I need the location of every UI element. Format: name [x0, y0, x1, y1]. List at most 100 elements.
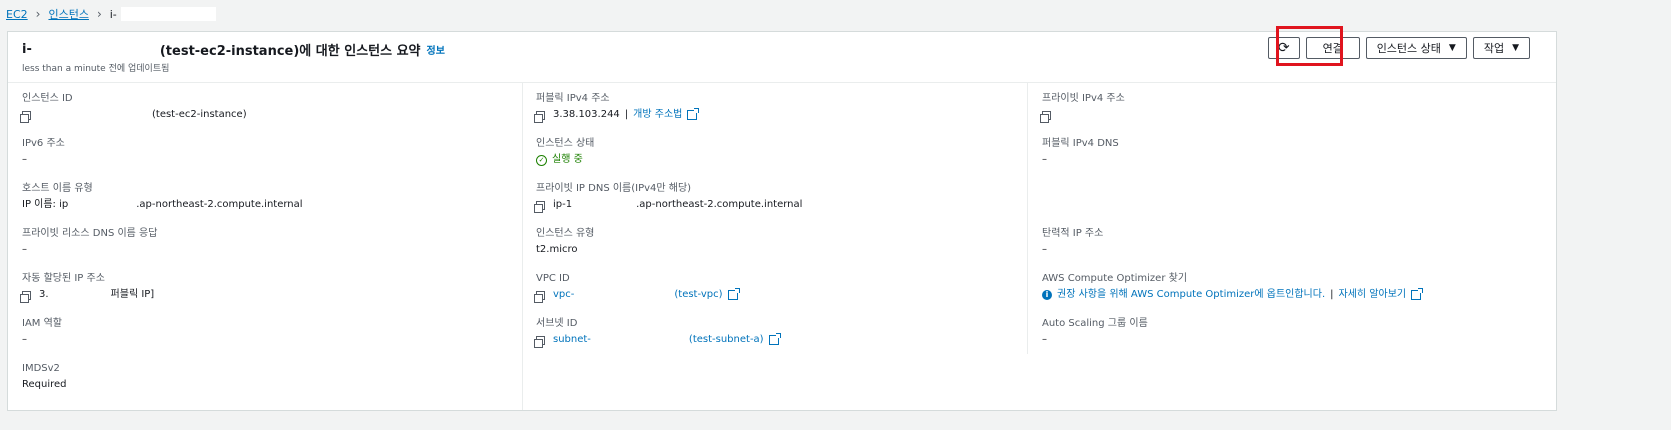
- field-value: 3.38.103.244 | 개방 주소법: [534, 107, 700, 123]
- refresh-button[interactable]: ⟳: [1267, 37, 1300, 59]
- field-instance-state: 인스턴스 상태 ✓ 실행 중: [536, 137, 594, 168]
- field-value: –: [1042, 244, 1047, 255]
- copy-icon[interactable]: [1040, 110, 1051, 123]
- field-label: 서브넷 ID: [536, 318, 578, 329]
- breadcrumb-current: i-: [109, 7, 117, 21]
- instance-state-button[interactable]: 인스턴스 상태 ▼: [1365, 37, 1467, 59]
- field-value: –: [1042, 334, 1047, 345]
- field-value: [1040, 107, 1125, 123]
- caret-down-icon: ▼: [1448, 43, 1456, 53]
- instance-summary-panel: i- (test-ec2-instance)에 대한 인스턴스 요약 정보 le…: [7, 31, 1557, 411]
- vpc-name-link[interactable]: (test-vpc): [674, 287, 722, 303]
- field-label: 프라이빗 IP DNS 이름(IPv4만 해당): [536, 183, 692, 194]
- connect-button[interactable]: 연결: [1305, 37, 1360, 59]
- field-iam-role: IAM 역할 –: [22, 317, 62, 348]
- field-label: Auto Scaling 그룹 이름: [1042, 318, 1148, 329]
- learn-more-link[interactable]: 자세히 알아보기: [1339, 287, 1407, 303]
- chevron-right-icon: ›: [96, 7, 102, 21]
- field-label: IAM 역할: [22, 318, 62, 329]
- refresh-icon: ⟳: [1277, 40, 1290, 56]
- field-label: 인스턴스 유형: [536, 228, 595, 239]
- field-value: –: [22, 334, 27, 345]
- subnet-name-link[interactable]: (test-subnet-a): [689, 332, 764, 348]
- last-updated-text: less than a minute 전에 업데이트됨: [22, 64, 170, 74]
- field-value: vpc- (test-vpc): [534, 287, 740, 303]
- field-value: –: [1042, 154, 1047, 165]
- status-running: 실행 중: [552, 154, 583, 165]
- separator: |: [624, 109, 629, 120]
- field-value: IP 이름: ip .ap-northeast-2.compute.intern…: [22, 197, 303, 213]
- subnet-link[interactable]: subnet-: [553, 332, 591, 348]
- external-link-icon: [768, 333, 781, 345]
- field-value: t2.micro: [536, 244, 578, 255]
- field-resource-dns: 프라이빗 리소스 DNS 이름 응답 –: [22, 227, 157, 258]
- copy-icon[interactable]: [20, 110, 31, 123]
- field-instance-id: 인스턴스 ID (test-ec2-instance): [20, 92, 247, 123]
- field-label: 퍼블릭 IPv4 DNS: [1042, 138, 1119, 149]
- details-column-2: 퍼블릭 IPv4 주소 3.38.103.244 | 개방 주소법 인스턴스 상…: [522, 83, 1028, 410]
- field-value: –: [22, 154, 27, 165]
- field-asg: Auto Scaling 그룹 이름 –: [1042, 317, 1148, 348]
- info-icon: i: [1042, 290, 1052, 300]
- field-value: subnet- (test-subnet-a): [534, 332, 781, 348]
- copy-icon[interactable]: [534, 335, 545, 348]
- details-grid: 인스턴스 ID (test-ec2-instance) IPv6 주소 – 호스…: [8, 83, 1556, 410]
- separator: |: [1330, 289, 1334, 300]
- auto-ip-prefix: 3.: [39, 289, 49, 300]
- field-value: (test-ec2-instance): [20, 107, 247, 123]
- check-circle-icon: ✓: [536, 154, 547, 166]
- field-value: ✓ 실행 중: [536, 152, 594, 168]
- chevron-right-icon: ›: [35, 7, 41, 21]
- private-dns-suffix: .ap-northeast-2.compute.internal: [636, 199, 803, 210]
- panel-header: i- (test-ec2-instance)에 대한 인스턴스 요약 정보 le…: [8, 32, 1556, 83]
- field-label: IMDSv2: [22, 363, 60, 374]
- breadcrumb-instances-link[interactable]: 인스턴스: [48, 6, 88, 22]
- breadcrumb: EC2 › 인스턴스 › i-: [6, 4, 216, 24]
- field-label: 퍼블릭 IPv4 주소: [536, 93, 610, 104]
- header-actions: ⟳ 연결 인스턴스 상태 ▼ 작업 ▼: [1267, 37, 1530, 59]
- field-imdsv2: IMDSv2 Required: [22, 362, 67, 393]
- instance-id-value: (test-ec2-instance): [152, 109, 247, 120]
- caret-down-icon: ▼: [1512, 43, 1519, 53]
- field-value: 3. 퍼블릭 IP]: [20, 287, 154, 303]
- details-column-3: 프라이빗 IPv4 주소 퍼블릭 IPv4 DNS – 탄력적 IP 주소 – …: [1028, 83, 1558, 410]
- field-value: –: [22, 244, 27, 255]
- field-instance-type: 인스턴스 유형 t2.micro: [536, 227, 594, 258]
- field-label: 프라이빗 IPv4 주소: [1042, 93, 1125, 104]
- actions-label: 작업: [1483, 42, 1505, 55]
- redacted-block: [31, 42, 160, 57]
- field-auto-ip: 자동 할당된 IP 주소 3. 퍼블릭 IP]: [20, 272, 154, 303]
- field-private-dns: 프라이빗 IP DNS 이름(IPv4만 해당) ip-1 .ap-northe…: [534, 182, 803, 213]
- copy-icon[interactable]: [534, 290, 545, 303]
- private-dns-prefix: ip-1: [553, 199, 573, 210]
- field-label: VPC ID: [536, 273, 570, 284]
- external-link-icon: [687, 108, 700, 120]
- field-label: 인스턴스 상태: [536, 138, 595, 149]
- field-value: Required: [22, 379, 67, 390]
- redacted-block: [120, 7, 216, 21]
- field-ipv6: IPv6 주소 –: [22, 137, 65, 168]
- field-subnet: 서브넷 ID subnet- (test-subnet-a): [534, 317, 781, 348]
- vpc-link[interactable]: vpc-: [553, 287, 574, 303]
- copy-icon[interactable]: [20, 290, 31, 303]
- external-link-icon: [727, 288, 740, 300]
- hostname-prefix: IP 이름: ip: [22, 199, 69, 210]
- copy-icon[interactable]: [534, 110, 545, 123]
- field-vpc: VPC ID vpc- (test-vpc): [534, 272, 740, 303]
- details-column-1: 인스턴스 ID (test-ec2-instance) IPv6 주소 – 호스…: [8, 83, 523, 410]
- field-private-ipv4: 프라이빗 IPv4 주소: [1040, 92, 1125, 123]
- optimizer-text[interactable]: 권장 사항을 위해 AWS Compute Optimizer에 옵트인합니다.: [1057, 287, 1325, 303]
- field-elastic-ip: 탄력적 IP 주소 –: [1042, 227, 1103, 258]
- field-label: 자동 할당된 IP 주소: [22, 273, 105, 284]
- open-address-link[interactable]: 개방 주소법: [633, 107, 682, 123]
- breadcrumb-ec2-link[interactable]: EC2: [6, 8, 28, 21]
- field-label: IPv6 주소: [22, 138, 65, 149]
- field-label: 인스턴스 ID: [22, 93, 73, 104]
- actions-button[interactable]: 작업 ▼: [1472, 37, 1530, 59]
- info-link[interactable]: 정보: [427, 42, 445, 57]
- copy-icon[interactable]: [534, 200, 545, 213]
- public-ip-value: 3.38.103.244: [553, 109, 620, 120]
- field-label: 프라이빗 리소스 DNS 이름 응답: [22, 228, 158, 239]
- external-link-icon: [1411, 288, 1424, 300]
- instance-state-label: 인스턴스 상태: [1376, 42, 1441, 55]
